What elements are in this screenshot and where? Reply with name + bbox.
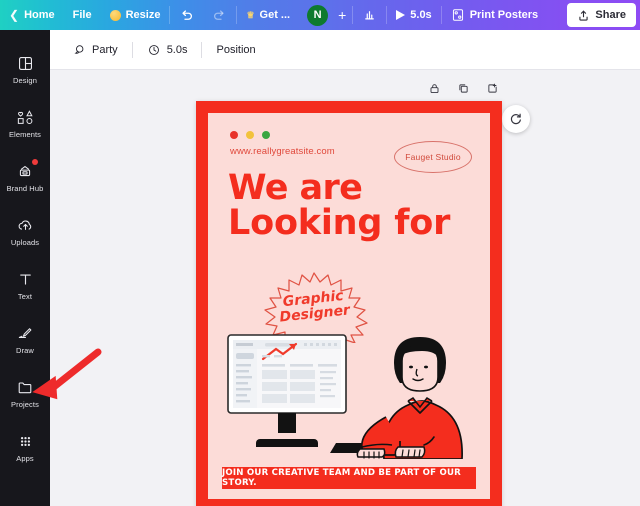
- get-label: Get ...: [259, 9, 291, 21]
- draw-icon: [16, 324, 34, 344]
- redo-button[interactable]: [203, 0, 236, 30]
- bar-chart-icon: [365, 10, 375, 19]
- insights-button[interactable]: [353, 0, 386, 30]
- resize-button[interactable]: Resize: [101, 0, 170, 30]
- canvas-workspace[interactable]: www.reallygreatsite.com Fauget Studio We…: [50, 70, 640, 506]
- party-icon: [74, 44, 84, 54]
- sidebar-label-uploads: Uploads: [10, 237, 40, 247]
- undo-icon: [182, 9, 193, 20]
- design-icon: [17, 54, 34, 74]
- crown-icon: ♕: [246, 9, 255, 20]
- position-button[interactable]: Position: [206, 38, 265, 62]
- dot-yellow: [246, 131, 254, 139]
- subbar-divider-1: [131, 41, 133, 58]
- sidebar-item-apps[interactable]: Apps: [0, 422, 50, 472]
- illustration-person-at-computer: [208, 319, 490, 460]
- arrow-icon: [32, 348, 102, 400]
- home-label: Home: [24, 9, 55, 21]
- resize-label: Resize: [125, 9, 161, 21]
- share-button[interactable]: Share: [567, 3, 636, 27]
- export-icon[interactable]: [486, 82, 499, 95]
- position-label: Position: [216, 43, 256, 56]
- sidebar-item-design[interactable]: Design: [0, 44, 50, 94]
- file-menu-button[interactable]: File: [64, 0, 101, 30]
- sidebar-item-elements[interactable]: Elements: [0, 98, 50, 148]
- duplicate-icon[interactable]: [457, 82, 470, 95]
- sidebar-item-text[interactable]: Text: [0, 260, 50, 310]
- share-upload-icon: [579, 10, 589, 21]
- poster-cta-banner: JOIN OUR CREATIVE TEAM AND BE PART OF OU…: [222, 467, 476, 489]
- sidebar-label-text: Text: [17, 291, 33, 301]
- poster-inner-panel: www.reallygreatsite.com Fauget Studio We…: [208, 113, 490, 499]
- home-button[interactable]: ❮ Home: [0, 0, 64, 30]
- poster-headline: We are Looking for: [228, 171, 476, 240]
- sidebar-label-elements: Elements: [8, 129, 42, 139]
- uploads-icon: [16, 216, 35, 236]
- chevron-left-icon: ❮: [9, 8, 20, 22]
- duration-value: 5.0s: [166, 43, 188, 56]
- play-icon: [396, 10, 406, 20]
- left-sidebar: Design Elements Brand Hub Uploads Text D…: [0, 30, 50, 506]
- poster-design[interactable]: www.reallygreatsite.com Fauget Studio We…: [196, 101, 502, 506]
- annotation-arrow: [30, 348, 102, 404]
- print-posters-button[interactable]: Print Posters: [442, 0, 547, 30]
- rotate-icon: [510, 113, 521, 125]
- file-label: File: [72, 9, 92, 21]
- selection-toolbar: [428, 82, 499, 95]
- duration-label: 5.0s: [410, 9, 432, 21]
- notification-badge: [32, 159, 38, 165]
- print-poster-icon: [452, 9, 463, 21]
- canva-editor-window: ❮ Home File Resize ♕ Get ... N + 5.0s Pr…: [0, 0, 640, 506]
- poster-url: www.reallygreatsite.com: [230, 146, 335, 157]
- user-avatar[interactable]: N: [299, 0, 332, 30]
- party-effect-button[interactable]: Party: [62, 38, 128, 62]
- undo-button[interactable]: [170, 0, 203, 30]
- sidebar-label-design: Design: [13, 75, 37, 85]
- sidebar-item-uploads[interactable]: Uploads: [0, 206, 50, 256]
- lock-icon[interactable]: [428, 82, 441, 95]
- brand-hub-icon: [16, 162, 34, 182]
- dot-red: [230, 131, 238, 139]
- text-icon: [17, 270, 34, 290]
- share-label: Share: [595, 9, 626, 21]
- dot-green: [262, 131, 270, 139]
- sidebar-label-brand-hub: Brand Hub: [6, 183, 44, 193]
- get-pro-button[interactable]: ♕ Get ...: [237, 0, 299, 30]
- play-duration-button[interactable]: 5.0s: [387, 0, 440, 30]
- party-label: Party: [92, 43, 118, 56]
- subbar-divider-2: [201, 41, 203, 58]
- illustration-svg: [227, 334, 463, 460]
- elements-icon: [16, 108, 35, 128]
- top-toolbar: ❮ Home File Resize ♕ Get ... N + 5.0s Pr…: [0, 0, 640, 30]
- duration-button[interactable]: 5.0s: [137, 38, 198, 62]
- sidebar-label-apps: Apps: [16, 453, 34, 463]
- studio-badge: Fauget Studio: [394, 141, 472, 173]
- avatar: N: [307, 4, 329, 26]
- apps-grid-icon: [17, 432, 34, 452]
- print-label: Print Posters: [469, 9, 539, 21]
- clock-icon: [148, 44, 159, 55]
- add-collaborator-button[interactable]: +: [332, 0, 352, 30]
- headline-line-1: We are: [228, 168, 363, 208]
- element-toolbar: Party 5.0s Position: [50, 30, 640, 70]
- headline-line-2: Looking for: [228, 202, 451, 243]
- window-dots: [230, 131, 270, 139]
- rotate-handle-button[interactable]: [502, 105, 530, 133]
- sidebar-item-brand-hub[interactable]: Brand Hub: [0, 152, 50, 202]
- redo-icon: [214, 9, 225, 20]
- crown-circle-icon: [109, 9, 121, 21]
